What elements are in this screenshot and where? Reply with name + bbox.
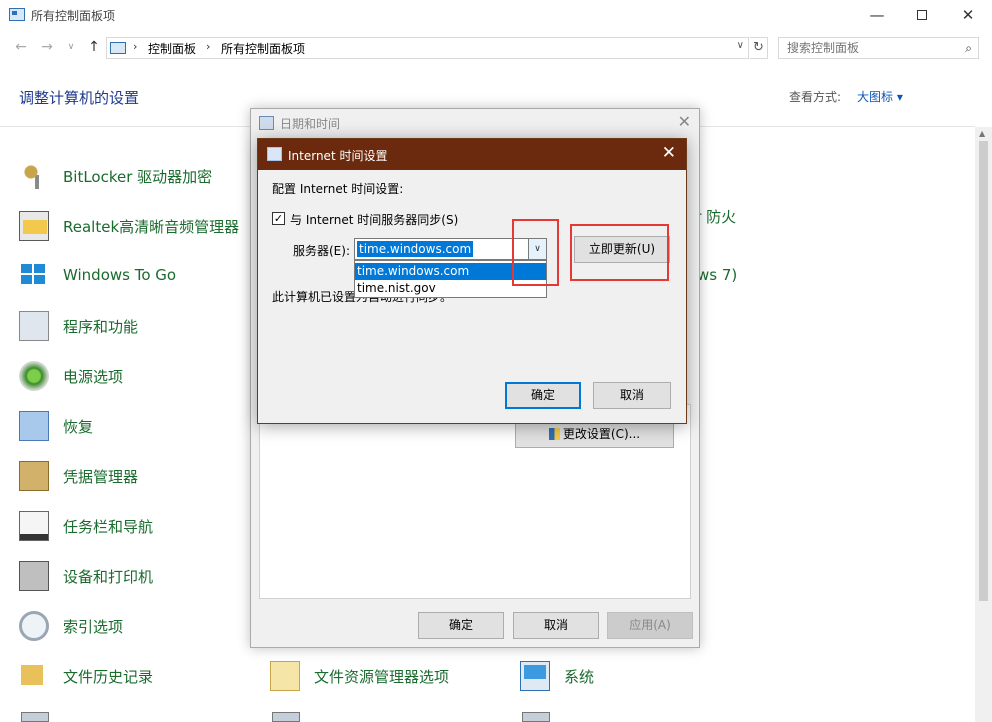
taskbar-icon	[19, 511, 49, 541]
search-input[interactable]	[779, 38, 954, 58]
bitlocker-icon	[19, 161, 49, 191]
system-icon	[520, 661, 550, 691]
recent-locations-button[interactable]: ∨	[60, 37, 82, 57]
item-label: ws 7)	[697, 266, 738, 284]
address-dropdown-button[interactable]: ∨	[737, 40, 744, 51]
item-label: 凭据管理器	[63, 468, 139, 486]
forward-button[interactable]: →	[36, 37, 58, 57]
file-explorer-options-icon	[270, 661, 300, 691]
item-icon-partial	[522, 712, 550, 722]
item-label: 文件历史记录	[63, 668, 154, 686]
breadcrumb-separator: ›	[206, 40, 211, 53]
server-label: 服务器(E):	[293, 244, 350, 258]
close-button[interactable]: ✕	[662, 143, 676, 163]
uac-shield-icon	[548, 428, 560, 440]
clock-icon	[259, 116, 274, 130]
breadcrumb-separator: ›	[133, 40, 138, 53]
control-panel-icon	[9, 8, 25, 21]
maximize-button[interactable]	[899, 0, 945, 31]
close-button[interactable]: ✕	[678, 112, 691, 131]
dialog-title: 日期和时间	[280, 117, 341, 131]
config-label: 配置 Internet 时间设置:	[272, 182, 404, 196]
recovery-icon	[19, 411, 49, 441]
back-button[interactable]: ←	[10, 37, 32, 57]
breadcrumb-all-items[interactable]: 所有控制面板项	[221, 40, 305, 57]
item-label: 索引选项	[63, 618, 124, 636]
item-icon-partial	[272, 712, 300, 722]
scroll-up-icon[interactable]: ▲	[979, 129, 985, 138]
title-bar: 所有控制面板项 — ✕	[0, 0, 992, 31]
close-button[interactable]: ✕	[945, 0, 991, 31]
devices-printers-icon	[19, 561, 49, 591]
apply-button[interactable]: 应用(A)	[607, 612, 693, 639]
item-label: 电源选项	[63, 368, 124, 386]
ok-button[interactable]: 确定	[505, 382, 581, 409]
breadcrumb-control-panel[interactable]: 控制面板	[148, 40, 196, 57]
item-label: BitLocker 驱动器加密	[63, 168, 213, 186]
maximize-icon	[917, 10, 927, 20]
search-icon[interactable]: ⌕	[965, 41, 972, 56]
change-settings-button[interactable]: 更改设置(C)...	[515, 421, 674, 448]
item-icon-partial	[21, 712, 49, 722]
refresh-button[interactable]: ↻	[750, 37, 768, 59]
highlight-box-update	[570, 224, 669, 281]
sync-label[interactable]: 与 Internet 时间服务器同步(S)	[290, 211, 458, 228]
view-by-label: 查看方式:	[789, 90, 842, 104]
sync-checkbox[interactable]: ✓	[272, 212, 285, 225]
indexing-icon	[19, 611, 49, 641]
view-by: 查看方式: 大图标 ▾	[789, 88, 903, 105]
item-label: 系统	[564, 668, 595, 686]
internet-time-dialog: Internet 时间设置 ✕ 配置 Internet 时间设置: ✓ 与 In…	[257, 138, 687, 424]
address-field[interactable]: › 控制面板 › 所有控制面板项 ∨	[106, 37, 749, 59]
item-label: 任务栏和导航	[63, 518, 154, 536]
ok-button[interactable]: 确定	[418, 612, 504, 639]
windows-to-go-icon	[19, 261, 49, 291]
credential-icon	[19, 461, 49, 491]
clock-icon	[267, 147, 282, 161]
cancel-button[interactable]: 取消	[593, 382, 671, 409]
highlight-box-dropdown	[512, 219, 559, 286]
dialog-title-bar: Internet 时间设置 ✕	[258, 139, 686, 170]
window-title: 所有控制面板项	[31, 9, 116, 23]
change-settings-label: 更改设置(C)...	[562, 427, 641, 441]
item-label: Windows To Go	[63, 266, 177, 284]
item-label: 设备和打印机	[63, 568, 154, 586]
up-button[interactable]: ↑	[83, 37, 105, 57]
item-label: 恢复	[63, 418, 94, 436]
minimize-button[interactable]: —	[854, 0, 900, 31]
view-by-dropdown[interactable]: 大图标 ▾	[857, 88, 903, 105]
address-bar-row: ← → ∨ ↑ › 控制面板 › 所有控制面板项 ∨ ↻ ⌕	[0, 31, 992, 63]
item-label: 程序和功能	[63, 318, 139, 336]
control-panel-icon	[110, 42, 126, 54]
dialog-title: Internet 时间设置	[288, 149, 388, 163]
power-icon	[19, 361, 49, 391]
search-box[interactable]: ⌕	[778, 37, 979, 59]
cancel-button[interactable]: 取消	[513, 612, 599, 639]
page-heading: 调整计算机的设置	[19, 89, 140, 107]
item-label: Realtek高清晰音频管理器	[63, 218, 240, 236]
file-history-icon	[19, 661, 49, 691]
scrollbar-thumb[interactable]	[979, 141, 988, 601]
server-value[interactable]: time.windows.com	[357, 241, 474, 257]
realtek-icon	[19, 211, 49, 241]
item-label: 文件资源管理器选项	[314, 668, 450, 686]
programs-icon	[19, 311, 49, 341]
vertical-scrollbar[interactable]: ▲	[975, 127, 992, 722]
